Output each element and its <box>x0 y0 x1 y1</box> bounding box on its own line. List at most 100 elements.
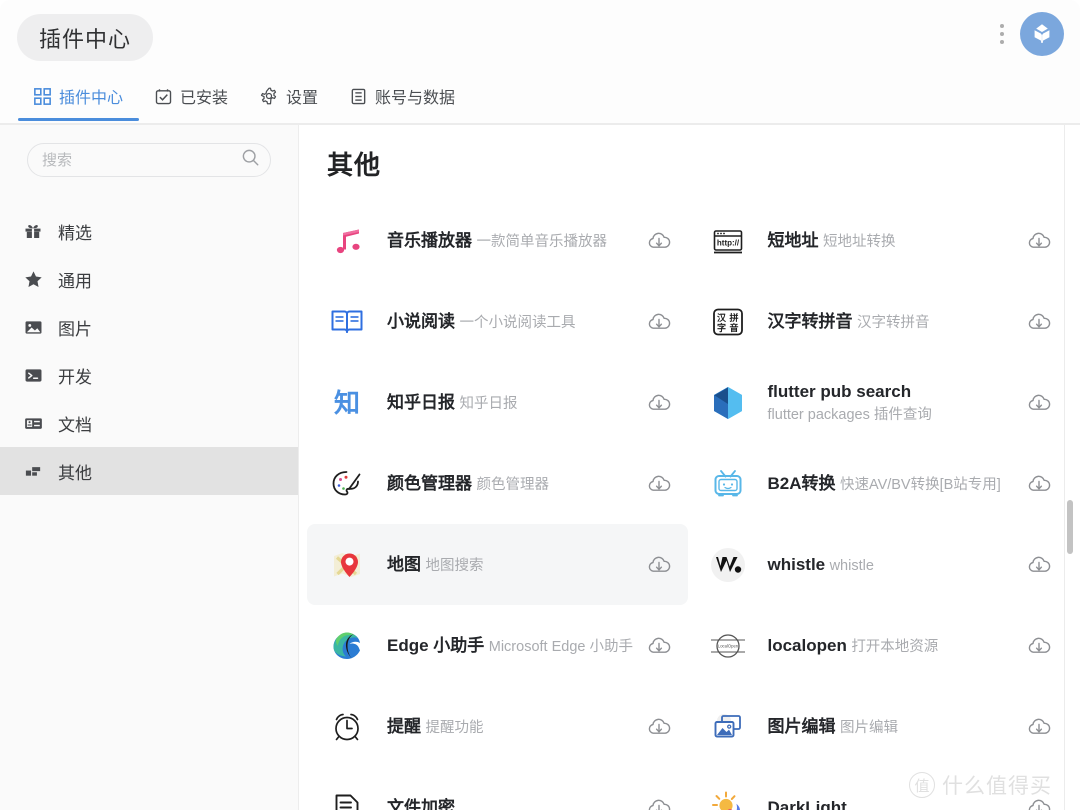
plugin-name: 提醒 <box>387 716 421 736</box>
plugin-name: 图片编辑 <box>767 716 836 736</box>
plugin-center-window: 插件中心 插件中心 已安装 设置 账号与数据 搜索 精选 通用 图片 开发 文档… <box>0 0 1080 810</box>
plugin-row[interactable]: 汉 拼 字 音 汉字转拼音 汉字转拼音 <box>688 281 1069 362</box>
plugin-info: Edge 小助手 Microsoft Edge 小助手 <box>387 634 636 658</box>
sidebar-item-label: 其他 <box>58 463 92 483</box>
plugin-name: Edge 小助手 <box>387 635 485 655</box>
plugin-info: 音乐播放器 一款简单音乐播放器 <box>387 229 636 253</box>
three-dots-vertical-icon[interactable] <box>996 18 1008 50</box>
tab-label: 设置 <box>286 90 319 107</box>
plugin-row[interactable]: 颜色管理器 颜色管理器 <box>307 443 688 524</box>
plugin-row[interactable]: 地图 地图搜索 <box>307 524 688 605</box>
cloud-download-icon[interactable] <box>1024 388 1054 418</box>
plugin-grid: 音乐播放器 一款简单音乐播放器 小说阅读 一个小说阅读工具 知 知乎日报 知乎日… <box>299 200 1080 810</box>
plugin-info: 短地址 短地址转换 <box>768 229 1017 253</box>
sidebar-item-label: 文档 <box>58 415 92 435</box>
search-input[interactable] <box>42 151 241 169</box>
cloud-download-icon[interactable] <box>644 226 674 256</box>
plugin-row[interactable]: http:// 短地址 短地址转换 <box>688 200 1069 281</box>
plugin-row[interactable]: 图片编辑 图片编辑 <box>688 686 1069 767</box>
tab-label: 账号与数据 <box>375 90 456 107</box>
cloud-download-icon[interactable] <box>644 388 674 418</box>
image-icon <box>23 317 43 337</box>
plugin-row[interactable]: 文件加密 <box>307 767 688 810</box>
cloud-download-icon[interactable] <box>1024 226 1054 256</box>
svg-text:汉: 汉 <box>716 312 726 323</box>
plugin-row[interactable]: 音乐播放器 一款简单音乐播放器 <box>307 200 688 281</box>
plugin-name: flutter pub search <box>767 381 912 401</box>
plugin-name: 小说阅读 <box>387 311 455 331</box>
sidebar-item-other[interactable]: 其他 <box>0 447 298 495</box>
cloud-download-icon[interactable] <box>644 550 674 580</box>
sidebar-item-images[interactable]: 图片 <box>0 303 298 351</box>
star-icon <box>23 269 43 289</box>
plugin-row[interactable]: whistle whistle <box>688 524 1069 605</box>
cloud-download-icon[interactable] <box>644 631 674 661</box>
tab-installed[interactable]: 已安装 <box>139 76 244 116</box>
plugin-column-right: http:// 短地址 短地址转换 汉 拼 字 音 汉字转拼音 汉字转拼音 fl… <box>688 200 1069 810</box>
sidebar-item-general[interactable]: 通用 <box>0 255 298 303</box>
plugin-column-left: 音乐播放器 一款简单音乐播放器 小说阅读 一个小说阅读工具 知 知乎日报 知乎日… <box>307 200 688 810</box>
tab-plugin-center[interactable]: 插件中心 <box>18 76 140 121</box>
search-box[interactable] <box>27 143 271 177</box>
plugin-desc: 打开本地资源 <box>851 638 939 655</box>
app-logo-icon[interactable] <box>1020 12 1064 56</box>
cloud-download-icon[interactable] <box>644 793 674 810</box>
cloud-download-icon[interactable] <box>644 307 674 337</box>
cloud-download-icon[interactable] <box>644 712 674 742</box>
cloud-download-icon[interactable] <box>1024 307 1054 337</box>
plugin-row[interactable]: B2A转换 快速AV/BV转换[B站专用] <box>688 443 1069 524</box>
plugin-info: whistle whistle <box>768 553 1017 577</box>
music-note-icon <box>327 221 367 261</box>
header-actions <box>996 12 1064 56</box>
cloud-download-icon[interactable] <box>1024 550 1054 580</box>
plugin-info: 地图 地图搜索 <box>387 553 636 577</box>
plugin-name: DarkLight <box>767 797 847 810</box>
svg-text:LocalOpen: LocalOpen <box>717 643 738 648</box>
plugin-name: 音乐播放器 <box>387 230 472 250</box>
plugin-row[interactable]: flutter pub search flutter packages 插件查询 <box>688 362 1069 443</box>
plugin-row[interactable]: Edge 小助手 Microsoft Edge 小助手 <box>307 605 688 686</box>
plugin-name: 知乎日报 <box>387 392 455 412</box>
plugin-row[interactable]: DarkLight <box>688 767 1069 810</box>
sidebar-item-documents[interactable]: 文档 <box>0 399 298 447</box>
sidebar-item-featured[interactable]: 精选 <box>0 207 298 255</box>
main-body: 精选 通用 图片 <box>0 124 1080 810</box>
svg-text:http://: http:// <box>716 238 739 247</box>
plugin-name: 地图 <box>387 554 421 574</box>
plugin-row[interactable]: LocalOpen localopen 打开本地资源 <box>688 605 1069 686</box>
cloud-download-icon[interactable] <box>1024 631 1054 661</box>
scrollbar-thumb[interactable] <box>1067 500 1073 554</box>
sidebar-item-development[interactable]: 开发 <box>0 351 298 399</box>
plugin-info: flutter pub search flutter packages 插件查询 <box>768 380 1017 426</box>
plugin-desc: flutter packages 插件查询 <box>767 406 932 423</box>
gift-icon <box>23 221 43 241</box>
cloud-download-icon[interactable] <box>1024 793 1054 810</box>
plugin-name: 颜色管理器 <box>387 473 472 493</box>
sidebar-item-label: 通用 <box>58 271 92 291</box>
plugin-list-panel: 其他 音乐播放器 一款简单音乐播放器 小说阅读 一个小说阅读工具 知 知乎日报 … <box>299 125 1080 810</box>
sidebar-item-label: 开发 <box>58 367 92 387</box>
plugin-name: localopen <box>767 635 847 655</box>
plugin-name: B2A转换 <box>767 473 836 493</box>
plugin-row[interactable]: 知 知乎日报 知乎日报 <box>307 362 688 443</box>
sun-moon-icon <box>708 788 748 810</box>
plugin-desc: 一款简单音乐播放器 <box>476 233 607 250</box>
cloud-download-icon[interactable] <box>644 469 674 499</box>
tab-account-data[interactable]: 账号与数据 <box>334 76 471 116</box>
plugin-desc: 知乎日报 <box>459 395 518 412</box>
encrypted-file-icon <box>327 788 367 810</box>
tab-active-underline <box>18 118 140 121</box>
window-title: 插件中心 <box>39 26 132 52</box>
content-scrollbar[interactable] <box>1066 125 1074 810</box>
cloud-download-icon[interactable] <box>1024 469 1054 499</box>
cloud-download-icon[interactable] <box>1024 712 1054 742</box>
blocks-icon <box>23 461 43 481</box>
whistle-icon <box>708 545 748 585</box>
tab-settings[interactable]: 设置 <box>244 76 334 116</box>
plugin-desc: 地图搜索 <box>425 557 484 574</box>
gear-icon <box>260 87 278 105</box>
plugin-row[interactable]: 小说阅读 一个小说阅读工具 <box>307 281 688 362</box>
http-browser-icon: http:// <box>708 221 748 261</box>
plugin-row[interactable]: 提醒 提醒功能 <box>307 686 688 767</box>
window-title-pill: 插件中心 <box>17 14 154 61</box>
